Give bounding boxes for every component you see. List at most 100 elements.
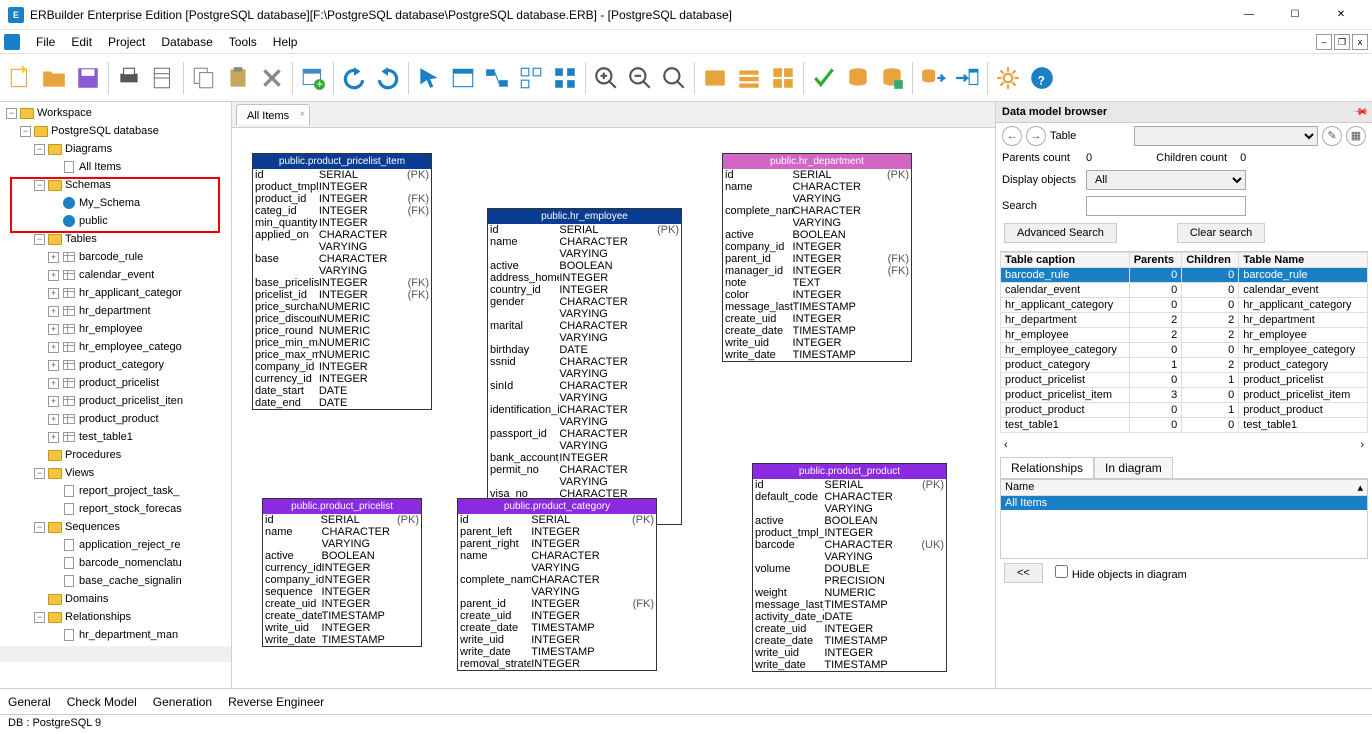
nav-forward-button[interactable]: → bbox=[1026, 126, 1046, 146]
mdi-minimize-button[interactable]: – bbox=[1316, 34, 1332, 50]
clear-search-button[interactable]: Clear search bbox=[1177, 223, 1265, 243]
tree-public[interactable]: public bbox=[2, 212, 229, 230]
tree-seq-2[interactable]: base_cache_signalin bbox=[2, 572, 229, 590]
tab-general[interactable]: General bbox=[8, 695, 51, 709]
tree-seq-0[interactable]: application_reject_re bbox=[2, 536, 229, 554]
layout3-button[interactable] bbox=[767, 62, 799, 94]
tree-procedures[interactable]: Procedures bbox=[2, 446, 229, 464]
tree-table-3[interactable]: +hr_department bbox=[2, 302, 229, 320]
tree-table-10[interactable]: +test_table1 bbox=[2, 428, 229, 446]
tree-table-7[interactable]: +product_pricelist bbox=[2, 374, 229, 392]
grid-row-1[interactable]: calendar_event00calendar_event bbox=[1001, 283, 1368, 298]
tree-table-1[interactable]: +calendar_event bbox=[2, 266, 229, 284]
er-table-category[interactable]: public.product_categoryidSERIAL(PK)paren… bbox=[457, 498, 657, 671]
relation-tool-button[interactable] bbox=[481, 62, 513, 94]
er-table-pricelist[interactable]: public.product_pricelistidSERIAL(PK)name… bbox=[262, 498, 422, 647]
tab-relationships[interactable]: Relationships bbox=[1000, 457, 1094, 478]
tree-diagrams[interactable]: −Diagrams bbox=[2, 140, 229, 158]
new-button[interactable] bbox=[4, 62, 36, 94]
align-tool-button[interactable] bbox=[515, 62, 547, 94]
db-save-button[interactable] bbox=[876, 62, 908, 94]
mdi-restore-button[interactable]: ❐ bbox=[1334, 34, 1350, 50]
print-button[interactable] bbox=[113, 62, 145, 94]
grid-row-7[interactable]: product_pricelist01product_pricelist bbox=[1001, 373, 1368, 388]
grid-row-4[interactable]: hr_employee22hr_employee bbox=[1001, 328, 1368, 343]
layout2-button[interactable] bbox=[733, 62, 765, 94]
menu-help[interactable]: Help bbox=[265, 33, 306, 51]
tree-sequences[interactable]: −Sequences bbox=[2, 518, 229, 536]
pin-icon[interactable]: 📌 bbox=[1351, 104, 1368, 121]
tab-in-diagram[interactable]: In diagram bbox=[1094, 457, 1173, 478]
tree-table-6[interactable]: +product_category bbox=[2, 356, 229, 374]
hide-objects-checkbox[interactable] bbox=[1055, 565, 1068, 578]
tree-view-0[interactable]: report_project_task_ bbox=[2, 482, 229, 500]
grid-icon[interactable]: ▦ bbox=[1346, 126, 1366, 146]
redo-button[interactable] bbox=[372, 62, 404, 94]
list-item-all[interactable]: All Items bbox=[1001, 496, 1367, 510]
close-tab-icon[interactable]: × bbox=[299, 109, 305, 120]
tree-seq-1[interactable]: barcode_nomenclatu bbox=[2, 554, 229, 572]
tree-table-4[interactable]: +hr_employee bbox=[2, 320, 229, 338]
tree-domains[interactable]: Domains bbox=[2, 590, 229, 608]
layout1-button[interactable] bbox=[699, 62, 731, 94]
tree-relationships[interactable]: −Relationships bbox=[2, 608, 229, 626]
er-table-pricelist_item[interactable]: public.product_pricelist_itemidSERIAL(PK… bbox=[252, 153, 432, 410]
copy-button[interactable] bbox=[188, 62, 220, 94]
tree-tables[interactable]: −Tables bbox=[2, 230, 229, 248]
grid-scroll-left[interactable]: ‹ bbox=[1004, 439, 1008, 451]
minimize-button[interactable]: — bbox=[1226, 0, 1272, 30]
grid-tool-button[interactable] bbox=[549, 62, 581, 94]
tree-schemas[interactable]: −Schemas bbox=[2, 176, 229, 194]
grid-row-0[interactable]: barcode_rule00barcode_rule bbox=[1001, 268, 1368, 283]
help-button[interactable]: ? bbox=[1026, 62, 1058, 94]
tree-database[interactable]: −PostgreSQL database bbox=[2, 122, 229, 140]
tree-table-2[interactable]: +hr_applicant_categor bbox=[2, 284, 229, 302]
tab-generation[interactable]: Generation bbox=[153, 695, 212, 709]
open-button[interactable] bbox=[38, 62, 70, 94]
tables-grid[interactable]: Table captionParentsChildrenTable Nameba… bbox=[1000, 251, 1368, 433]
maximize-button[interactable]: ☐ bbox=[1272, 0, 1318, 30]
tree-workspace[interactable]: −Workspace bbox=[2, 104, 229, 122]
tree-all-items[interactable]: All Items bbox=[2, 158, 229, 176]
er-table-hr_department[interactable]: public.hr_departmentidSERIAL(PK)nameCHAR… bbox=[722, 153, 912, 362]
undo-button[interactable] bbox=[338, 62, 370, 94]
tree-views[interactable]: −Views bbox=[2, 464, 229, 482]
search-input[interactable] bbox=[1086, 196, 1246, 216]
pointer-button[interactable] bbox=[413, 62, 445, 94]
diagram-tab[interactable]: All Items × bbox=[236, 104, 310, 125]
table-tool-button[interactable] bbox=[447, 62, 479, 94]
paste-button[interactable] bbox=[222, 62, 254, 94]
tree-table-5[interactable]: +hr_employee_catego bbox=[2, 338, 229, 356]
tab-check-model[interactable]: Check Model bbox=[67, 695, 137, 709]
zoom-in-button[interactable] bbox=[590, 62, 622, 94]
grid-row-5[interactable]: hr_employee_category00hr_employee_catego… bbox=[1001, 343, 1368, 358]
tree-table-9[interactable]: +product_product bbox=[2, 410, 229, 428]
grid-row-10[interactable]: test_table100test_table1 bbox=[1001, 418, 1368, 433]
tree-table-8[interactable]: +product_pricelist_iten bbox=[2, 392, 229, 410]
menu-edit[interactable]: Edit bbox=[63, 33, 100, 51]
menu-database[interactable]: Database bbox=[153, 33, 220, 51]
db-import-button[interactable] bbox=[917, 62, 949, 94]
tree-my-schema[interactable]: My_Schema bbox=[2, 194, 229, 212]
left-scrollbar-h[interactable] bbox=[0, 646, 231, 662]
table-select[interactable] bbox=[1134, 126, 1318, 146]
validate-button[interactable] bbox=[808, 62, 840, 94]
edit-icon[interactable]: ✎ bbox=[1322, 126, 1342, 146]
zoom-out-button[interactable] bbox=[624, 62, 656, 94]
tree-rel-0[interactable]: hr_department_man bbox=[2, 626, 229, 644]
er-table-hr_employee[interactable]: public.hr_employeeidSERIAL(PK)nameCHARAC… bbox=[487, 208, 682, 525]
list-scroll-up[interactable]: ▴ bbox=[1357, 481, 1363, 494]
diagram-list[interactable]: Name▴ All Items bbox=[1000, 479, 1368, 559]
grid-row-2[interactable]: hr_applicant_category00hr_applicant_cate… bbox=[1001, 298, 1368, 313]
display-objects-select[interactable]: All bbox=[1086, 170, 1246, 190]
tab-reverse-engineer[interactable]: Reverse Engineer bbox=[228, 695, 324, 709]
menu-tools[interactable]: Tools bbox=[221, 33, 265, 51]
er-table-product[interactable]: public.product_productidSERIAL(PK)defaul… bbox=[752, 463, 947, 672]
back-button[interactable]: << bbox=[1004, 563, 1043, 583]
mdi-close-button[interactable]: x bbox=[1352, 34, 1368, 50]
close-button[interactable]: ✕ bbox=[1318, 0, 1364, 30]
db-gear-button[interactable] bbox=[842, 62, 874, 94]
settings-button[interactable] bbox=[992, 62, 1024, 94]
grid-row-8[interactable]: product_pricelist_item30product_pricelis… bbox=[1001, 388, 1368, 403]
tree-view-1[interactable]: report_stock_forecas bbox=[2, 500, 229, 518]
